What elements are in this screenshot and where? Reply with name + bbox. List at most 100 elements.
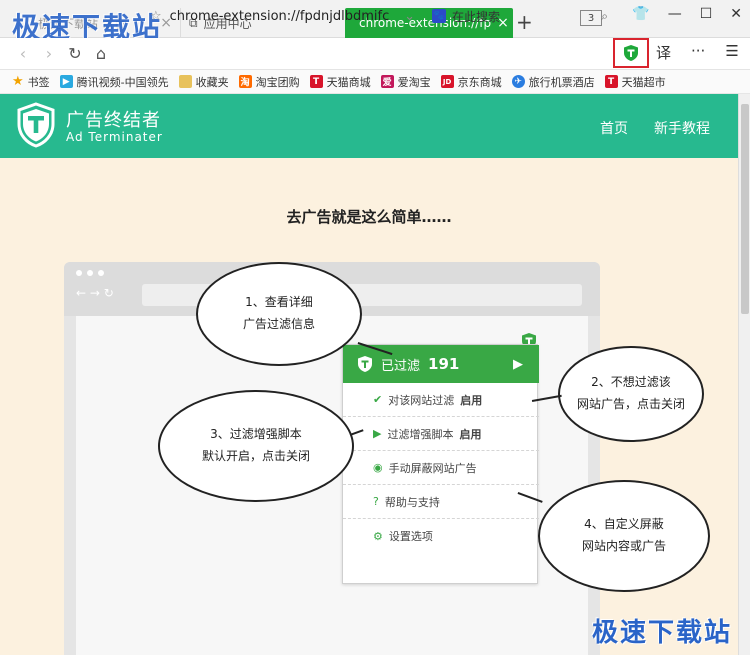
bookmark-label: 腾讯视频-中国领先 [76, 75, 169, 89]
callout-2: 2、不想过滤该 网站广告，点击关闭 [558, 346, 704, 442]
nav-home[interactable]: 首页 [600, 118, 628, 138]
bookmark-label: 收藏夹 [195, 75, 229, 89]
more-button[interactable]: ··· [691, 42, 705, 63]
callout-text: 3、过滤增强脚本 [210, 427, 302, 442]
manual-block-ads[interactable]: ◉ 手动屏蔽网站广告 [343, 451, 539, 485]
item-text: 帮助与支持 [384, 495, 440, 509]
site-nav: 首页 新手教程 [600, 118, 710, 138]
callout-text: 网站内容或广告 [581, 539, 666, 553]
bookmark-label: 爱淘宝 [397, 75, 431, 89]
bookmark-item[interactable]: JD 京东商城 [440, 74, 502, 90]
brand-name-en: Ad Terminater [66, 130, 163, 144]
url-text: chrome-extension://fpdnjdlbdmifc [169, 8, 390, 24]
illustration-nav-icons: ← → ↻ [76, 286, 114, 300]
extension-popup: 已过滤 191 ▶ ✔ 对该网站过滤 启用 ▶ 过滤增强脚本 启用 ◉ 手动屏蔽网站… [342, 344, 539, 584]
item-state: 启用 [460, 393, 483, 407]
search-icon[interactable]: ⌕ [601, 9, 608, 24]
settings-options[interactable]: ⚙ 设置选项 [343, 519, 539, 553]
star-icon[interactable]: ☆ [150, 9, 162, 24]
callout-3: 3、过滤增强脚本 默认开启，点击关闭 [158, 390, 354, 502]
adterminator-extension-button[interactable] [613, 38, 649, 68]
play-icon: ▶ [59, 75, 73, 88]
forward-icon[interactable]: › [36, 44, 62, 63]
folder-icon [178, 75, 192, 88]
search-input[interactable]: 🐾 在此搜索 ⌕ [432, 4, 608, 28]
site-header: 广告终结者 Ad Terminater 首页 新手教程 [0, 94, 738, 158]
toggle-enhanced-script[interactable]: ▶ 过滤增强脚本 启用 [343, 417, 539, 451]
bookmark-item[interactable]: T 天猫超市 [604, 74, 666, 90]
filtered-count: 191 [428, 355, 460, 373]
home-icon[interactable]: ⌂ [88, 44, 114, 63]
back-icon[interactable]: ‹ [10, 44, 36, 63]
item-state: 启用 [459, 427, 482, 441]
bookmark-label: 京东商城 [457, 75, 502, 89]
callout-4: 4、自定义屏蔽 网站内容或广告 [538, 480, 710, 592]
toggle-site-filter[interactable]: ✔ 对该网站过滤 启用 [343, 383, 539, 417]
bookmark-label: 旅行机票酒店 [528, 75, 595, 89]
item-text: 过滤增强脚本 [387, 427, 454, 441]
check-circle-icon: ✔ [373, 393, 383, 406]
illustration-dots [76, 270, 104, 276]
url-field[interactable]: ☆ chrome-extension://fpdnjdlbdmifc ⌄ [150, 4, 415, 28]
bookmark-item[interactable]: ★ 书签 [12, 74, 50, 90]
bookmark-item[interactable]: ✈ 旅行机票酒店 [511, 74, 595, 90]
shirt-icon[interactable]: 👕 [632, 6, 649, 22]
item-text: 对该网站过滤 [388, 393, 455, 407]
callout-text: 广告过滤信息 [242, 317, 315, 331]
adterminator-logo [17, 102, 55, 148]
minimize-button[interactable]: — [668, 6, 682, 22]
bookmark-label: 天猫商城 [326, 75, 371, 89]
callout-text: 默认开启，点击关闭 [201, 449, 310, 463]
star-icon: ★ [12, 74, 24, 89]
close-window-button[interactable]: ✕ [730, 6, 742, 22]
page-headline: 去广告就是这么简单…… [286, 208, 452, 226]
help-support[interactable]: ? 帮助与支持 [343, 485, 539, 519]
toolbar-right: 译 ··· ☰ [656, 42, 739, 63]
filter-count-bar[interactable]: 已过滤 191 ▶ [343, 345, 539, 383]
bookmark-label: 天猫超市 [621, 75, 666, 89]
callout-text: 1、查看详细 [245, 295, 313, 310]
window-controls: 👕 — ☐ ✕ [632, 6, 742, 22]
item-text: 手动屏蔽网站广告 [388, 461, 477, 475]
callout-text: 4、自定义屏蔽 [584, 517, 664, 532]
translate-button[interactable]: 译 [656, 42, 671, 63]
menu-icon[interactable]: ☰ [725, 42, 738, 63]
bookmark-label: 书签 [27, 75, 50, 89]
play-circle-icon: ▶ [373, 427, 382, 440]
jd-icon: JD [440, 75, 454, 88]
adterminator-icon [358, 356, 372, 372]
watermark: 极速下载站 [592, 618, 733, 648]
refresh-icon[interactable]: ↻ [62, 44, 88, 63]
help-icon: ? [373, 495, 379, 508]
scrollbar[interactable] [738, 94, 750, 655]
gear-icon: ⚙ [373, 529, 383, 543]
chevron-down-icon[interactable]: ⌄ [404, 9, 415, 24]
search-engine-icon[interactable]: 🐾 [432, 9, 446, 23]
travel-icon: ✈ [511, 75, 525, 88]
scroll-thumb[interactable] [741, 104, 749, 314]
brand-name: 广告终结者 [66, 110, 161, 131]
bookmark-item[interactable]: ▶ 腾讯视频-中国领先 [59, 74, 169, 90]
search-placeholder: 在此搜索 [452, 9, 501, 24]
adterminator-icon [624, 45, 638, 61]
play-icon: ▶ [513, 356, 523, 372]
aitaobao-icon: 爱 [380, 75, 394, 88]
callout-text: 网站广告，点击关闭 [576, 397, 685, 411]
taobao-icon: 淘 [238, 75, 252, 88]
callout-text: 2、不想过滤该 [591, 375, 671, 390]
bookmark-item[interactable]: 爱 爱淘宝 [380, 74, 431, 90]
maximize-button[interactable]: ☐ [700, 6, 713, 22]
bookmark-item[interactable]: 淘 淘宝团购 [238, 74, 300, 90]
bookmark-item[interactable]: T 天猫商城 [309, 74, 371, 90]
bookmark-bar: ★ 书签 ▶ 腾讯视频-中国领先 收藏夹 淘 淘宝团购 T 天猫商城 爱 爱淘宝… [0, 70, 750, 94]
page-content: 广告终结者 Ad Terminater 首页 新手教程 去广告就是这么简单…… … [0, 94, 738, 655]
bookmark-item[interactable]: 收藏夹 [178, 74, 229, 90]
filtered-label: 已过滤 [381, 358, 421, 374]
callout-1: 1、查看详细 广告过滤信息 [196, 262, 362, 366]
tmall-icon: T [604, 75, 618, 88]
item-text: 设置选项 [388, 530, 433, 543]
nav-tutorial[interactable]: 新手教程 [654, 118, 710, 138]
eye-icon: ◉ [373, 461, 383, 474]
tmall-icon: T [309, 75, 323, 88]
bookmark-label: 淘宝团购 [255, 75, 300, 89]
